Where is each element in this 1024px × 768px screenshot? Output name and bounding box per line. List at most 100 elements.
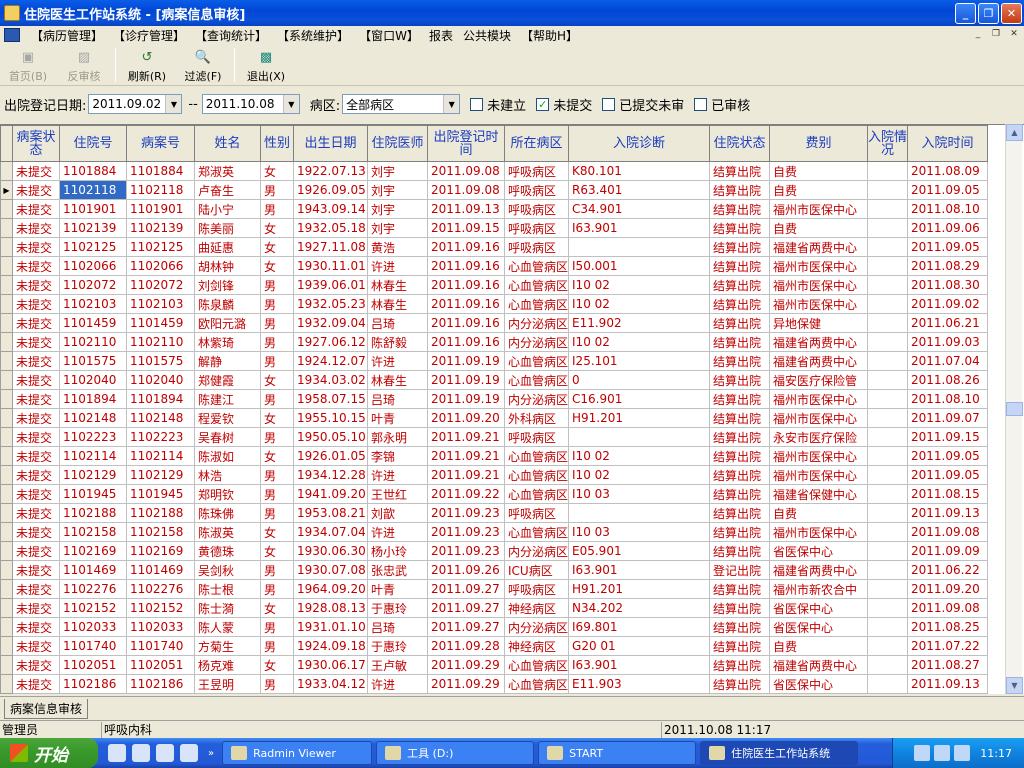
table-cell[interactable]: 1924.09.18 [293,636,368,656]
ie-icon[interactable] [108,744,126,762]
table-cell[interactable]: 陈美丽 [194,218,261,238]
table-cell[interactable]: 福安医疗保险管 [769,370,869,390]
checkbox-unchecked-icon[interactable] [470,97,484,111]
table-row[interactable]: 未提交 1102223 1102223 吴春树男 1950.05.10 郭永明 2011.0… [0,427,989,447]
date-from-picker[interactable]: 2011.09.02 ▼ [88,94,183,114]
table-row[interactable]: 未提交 1102103 1102103 陈泉麟男 1932.05.23 林春生 2011.0… [0,294,989,314]
table-row[interactable]: 未提交 1101945 1101945 郑明钦男 1941.09.20 王世红 2011.0… [0,484,989,504]
table-cell[interactable]: 心血管病区 [504,275,570,295]
table-cell[interactable]: 2011.09.05 [907,465,989,485]
table-cell[interactable]: 1101884 [59,161,127,181]
date-to-picker[interactable]: 2011.10.08 ▼ [201,94,300,114]
table-cell[interactable] [867,389,909,409]
table-cell[interactable]: 1102186 [126,674,195,694]
table-cell[interactable]: 1932.05.23 [293,294,368,314]
table-cell[interactable]: 许进 [367,674,428,694]
row-indicator[interactable] [0,237,13,257]
table-cell[interactable]: 2011.09.23 [427,522,505,542]
table-cell[interactable]: 郑健霞 [194,370,261,390]
column-header[interactable]: 住院号 [59,125,127,162]
table-cell[interactable]: 2011.09.15 [427,218,505,238]
table-cell[interactable]: 2011.09.29 [427,674,505,694]
table-cell[interactable]: 男 [260,351,294,371]
table-cell[interactable]: 1102169 [59,541,127,561]
table-cell[interactable] [867,332,909,352]
table-cell[interactable]: 福建省两费中心 [769,237,869,257]
scroll-thumb[interactable] [1006,402,1023,416]
column-header[interactable]: 入院诊断 [568,125,711,162]
column-header[interactable]: 所在病区 [503,125,570,162]
table-cell[interactable]: C34.901 [568,199,711,219]
table-cell[interactable]: 1102125 [59,237,127,257]
row-indicator[interactable] [0,522,13,542]
table-cell[interactable]: 自费 [769,503,869,523]
table-cell[interactable]: 结算出院 [709,275,771,295]
table-cell[interactable]: 2011.08.10 [907,389,989,409]
table-cell[interactable]: R63.401 [568,180,711,200]
table-cell[interactable]: 林浩 [194,465,261,485]
table-cell[interactable]: 呼吸病区 [504,503,570,523]
mdi-close-icon[interactable]: ✕ [1006,27,1022,41]
row-indicator[interactable] [0,313,13,333]
task-drive-d[interactable]: 工具 (D:) [376,741,535,765]
table-cell[interactable]: 郑淑英 [194,161,261,181]
table-cell[interactable]: 许进 [367,522,428,542]
table-cell[interactable]: 1950.05.10 [293,427,368,447]
table-cell[interactable]: 福建省两费中心 [769,560,869,580]
table-cell[interactable]: 心血管病区 [504,674,570,694]
table-cell[interactable]: 许进 [367,256,428,276]
table-row[interactable]: 未提交 1102114 1102114 陈淑如女 1926.01.05 李锦 2011.09… [0,446,989,466]
checkbox-unchecked-icon[interactable] [694,97,708,111]
table-cell[interactable]: 未提交 [12,218,60,238]
table-cell[interactable]: 刘宇 [367,218,428,238]
table-cell[interactable]: 1101469 [59,560,127,580]
table-cell[interactable]: 2011.08.29 [907,256,989,276]
table-cell[interactable]: 1101901 [126,199,195,219]
table-cell[interactable]: 2011.09.16 [427,256,505,276]
table-cell[interactable]: ICU病区 [504,560,570,580]
table-cell[interactable]: 心血管病区 [504,655,570,675]
table-cell[interactable]: 1102276 [59,579,127,599]
table-cell[interactable]: 1930.06.17 [293,655,368,675]
table-cell[interactable]: 2011.09.16 [427,332,505,352]
tray-expand-icon[interactable] [934,745,951,761]
scroll-up-icon[interactable]: ▲ [1006,124,1023,141]
row-indicator[interactable] [0,427,13,447]
table-cell[interactable]: 1102129 [59,465,127,485]
table-cell[interactable]: G20 01 [568,636,711,656]
table-cell[interactable]: 自费 [769,180,869,200]
table-cell[interactable]: 刘歆 [367,503,428,523]
table-row[interactable]: 未提交 1101740 1101740 方菊生男 1924.09.18 于惠玲 2011.0… [0,636,989,656]
row-indicator[interactable] [0,332,13,352]
table-cell[interactable]: 未提交 [12,579,60,599]
table-cell[interactable]: 许进 [367,351,428,371]
table-cell[interactable]: 女 [260,256,294,276]
table-cell[interactable]: 刘宇 [367,199,428,219]
table-cell[interactable]: 胡林钟 [194,256,261,276]
table-cell[interactable]: I63.901 [568,218,711,238]
table-cell[interactable]: 1102118 [59,180,127,200]
table-cell[interactable]: I10 02 [568,294,711,314]
refresh-button[interactable]: ↺ 刷新(R) [119,46,175,84]
table-cell[interactable]: I25.101 [568,351,711,371]
table-cell[interactable]: 陈舒毅 [367,332,428,352]
table-cell[interactable]: 1101894 [126,389,195,409]
table-cell[interactable]: 刘剑锋 [194,275,261,295]
table-cell[interactable]: 结算出院 [709,503,771,523]
table-cell[interactable]: 1102051 [59,655,127,675]
table-cell[interactable]: 1102103 [59,294,127,314]
table-cell[interactable]: 1101740 [59,636,127,656]
table-cell[interactable]: 未提交 [12,427,60,447]
table-cell[interactable]: 2011.08.25 [907,617,989,637]
table-cell[interactable]: 吕琦 [367,389,428,409]
table-cell[interactable]: 结算出院 [709,351,771,371]
table-cell[interactable]: E11.903 [568,674,711,694]
table-cell[interactable]: 1102223 [59,427,127,447]
table-cell[interactable]: 黄德珠 [194,541,261,561]
table-row[interactable]: 未提交 1102276 1102276 陈士根男 1964.09.20 叶青 2011.09… [0,579,989,599]
table-cell[interactable]: 女 [260,218,294,238]
table-cell[interactable]: 女 [260,655,294,675]
column-header[interactable]: 入院时间 [907,125,989,162]
start-button[interactable]: 开始 [0,738,98,768]
table-cell[interactable]: 1964.09.20 [293,579,368,599]
